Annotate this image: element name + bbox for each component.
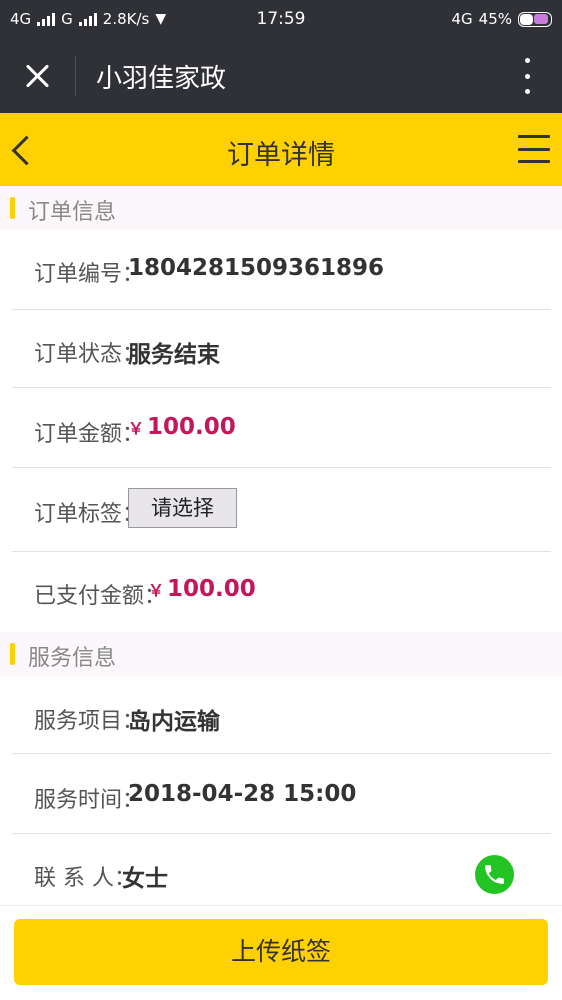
phone-icon[interactable]	[475, 855, 514, 894]
section-header-order: 订单信息	[0, 186, 562, 230]
network-type-3: 4G	[451, 10, 473, 28]
row-order-amount: 订单金额： ￥ 100.00	[12, 388, 551, 468]
status-bar: 4G G 2.8K/s ▼ 17:59 4G 45%	[0, 0, 562, 38]
paid-amount-label: 已支付金额：	[34, 584, 167, 609]
row-contact: 联 系 人： 女士	[12, 834, 551, 906]
app-title: 小羽佳家政	[96, 64, 227, 94]
row-service-item: 服务项目： 岛内运输	[12, 676, 551, 754]
upload-paper-sign-button[interactable]: 上传纸签	[14, 919, 548, 985]
row-paid-amount: 已支付金额： ￥ 100.00	[12, 552, 551, 626]
currency-symbol: ￥	[128, 419, 145, 438]
page-title: 订单详情	[227, 140, 335, 171]
battery-percent: 45%	[478, 10, 512, 28]
close-icon[interactable]	[20, 58, 56, 94]
section-header-service: 服务信息	[0, 632, 562, 676]
row-order-tag: 订单标签： 请选择	[12, 468, 551, 552]
header-divider	[75, 56, 76, 96]
battery-icon	[518, 11, 552, 27]
more-vertical-icon[interactable]	[522, 58, 532, 94]
section-title-service: 服务信息	[28, 646, 117, 671]
wechat-header: 小羽佳家政	[0, 38, 562, 113]
row-order-status: 订单状态： 服务结束	[12, 310, 551, 388]
page-nav-bar: 订单详情	[0, 113, 562, 186]
paid-amount-value: ￥ 100.00	[148, 576, 256, 602]
service-item-value: 岛内运输	[128, 709, 220, 735]
contact-value: 女士	[122, 866, 168, 892]
currency-symbol: ￥	[148, 581, 165, 600]
row-service-time: 服务时间： 2018-04-28 15:00	[12, 754, 551, 834]
order-amount-value: ￥ 100.00	[128, 414, 236, 440]
status-right: 4G 45%	[451, 10, 552, 28]
section-accent-bar	[10, 643, 15, 665]
menu-icon[interactable]	[518, 135, 550, 163]
row-order-number: 订单编号： 1804281509361896	[12, 230, 551, 310]
order-status-value: 服务结束	[128, 342, 220, 368]
section-accent-bar	[10, 197, 15, 219]
service-time-value: 2018-04-28 15:00	[128, 781, 357, 807]
section-title-order: 订单信息	[28, 200, 117, 225]
order-tag-select[interactable]: 请选择	[128, 488, 237, 528]
order-number-value: 1804281509361896	[128, 255, 385, 281]
contact-label: 联 系 人：	[34, 866, 137, 891]
